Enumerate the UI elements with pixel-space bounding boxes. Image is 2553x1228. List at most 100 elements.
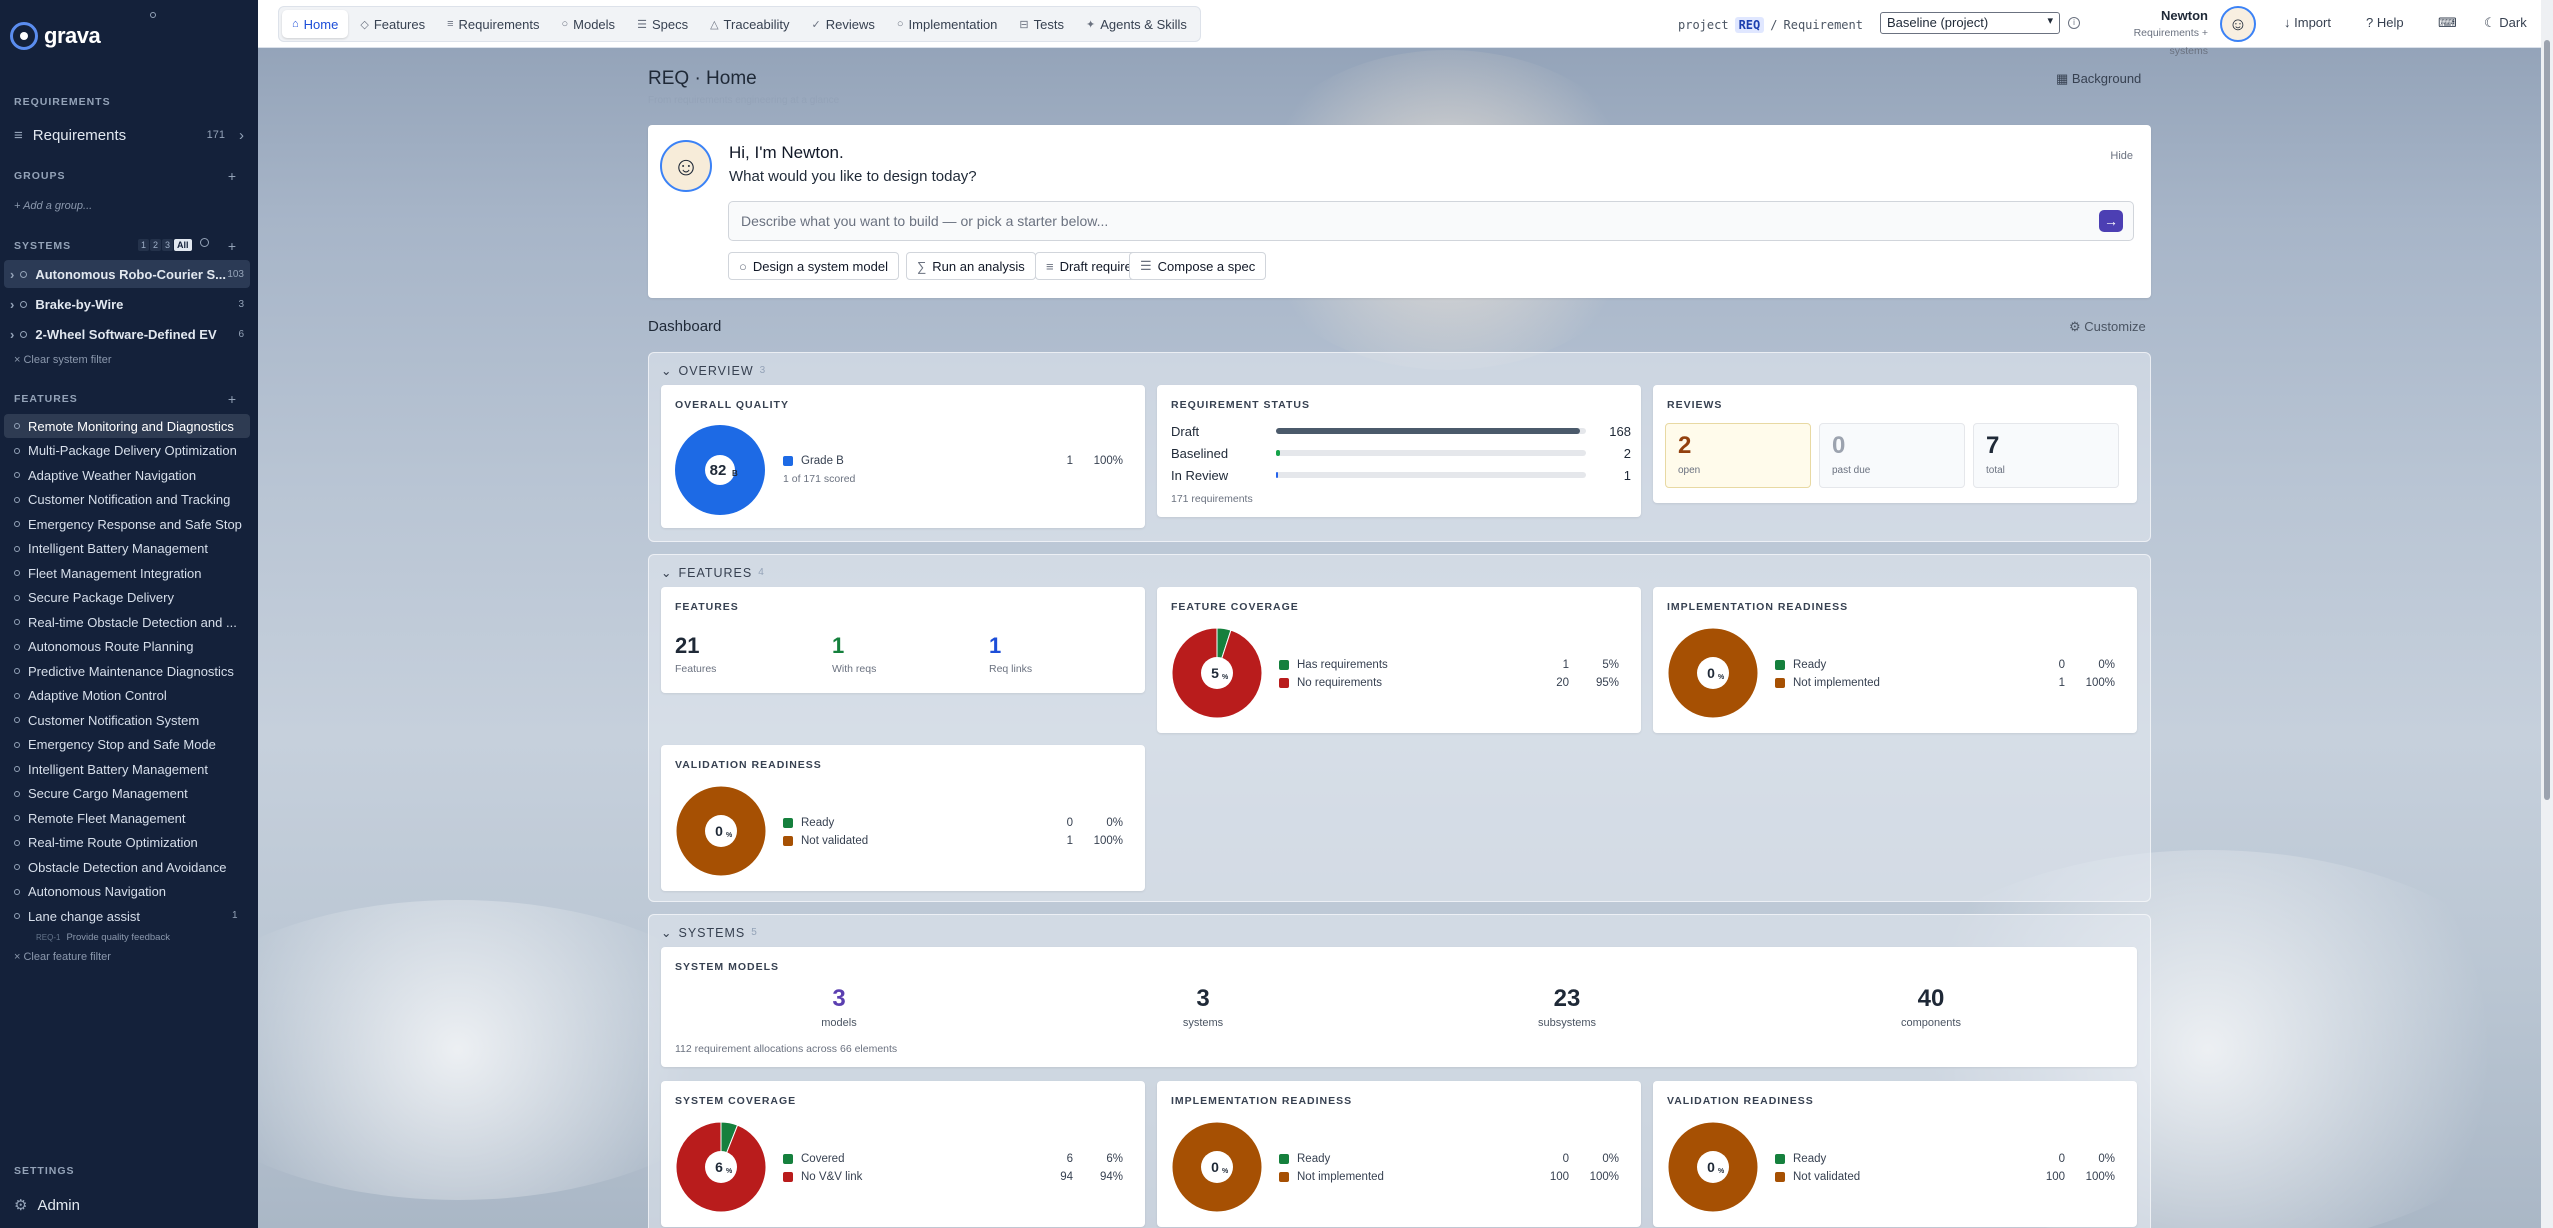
hide-button[interactable]: Hide	[2110, 150, 2133, 162]
system-filter-icon[interactable]	[200, 238, 209, 247]
feature-item[interactable]: Emergency Response and Safe Stop	[4, 512, 250, 536]
feature-item[interactable]: Emergency Stop and Safe Mode	[4, 733, 250, 757]
scrollbar[interactable]	[2541, 0, 2553, 1228]
feature-item[interactable]: Real-time Route Optimization	[4, 831, 250, 855]
starter-button[interactable]: ○ Design a system model	[728, 252, 899, 280]
legend-row[interactable]: Not implemented 1 100%	[1775, 677, 2115, 689]
feature-item[interactable]: Intelligent Battery Management	[4, 757, 250, 781]
prompt-input[interactable]: Describe what you want to build — or pic…	[728, 201, 2134, 241]
sidebar-item-requirements[interactable]: ≡ Requirements 171 ›	[0, 120, 258, 150]
starter-button[interactable]: ∑ Run an analysis	[906, 252, 1036, 280]
level-option[interactable]: 1	[138, 239, 150, 251]
add-feature-icon[interactable]: +	[228, 391, 236, 407]
legend-row[interactable]: Ready 0 0%	[1775, 1153, 2115, 1165]
legend-row[interactable]: Covered 6 6%	[783, 1153, 1123, 1165]
feature-item[interactable]: Real-time Obstacle Detection and ...	[4, 610, 250, 634]
status-row[interactable]: Baselined 2	[1171, 443, 1631, 463]
sidebar-item-admin[interactable]: ⚙ Admin	[0, 1190, 258, 1220]
feature-item[interactable]: Predictive Maintenance Diagnostics	[4, 659, 250, 683]
reviews-open[interactable]: 2 open	[1665, 423, 1811, 488]
system-item[interactable]: › Brake-by-Wire 3	[4, 290, 250, 318]
feature-item[interactable]: Lane change assist	[4, 904, 250, 928]
status-row[interactable]: Draft 168	[1171, 421, 1631, 441]
feature-item[interactable]: Remote Monitoring and Diagnostics	[4, 414, 250, 438]
add-system-icon[interactable]: +	[228, 238, 236, 254]
info-icon[interactable]: i	[2068, 17, 2080, 29]
theme-toggle[interactable]: ☾ Dark	[2484, 15, 2527, 31]
legend-row[interactable]: Ready 0 0%	[1775, 659, 2115, 671]
feature-item[interactable]: Customer Notification System	[4, 708, 250, 732]
features-header[interactable]: ⌄ FEATURES 4	[661, 565, 764, 581]
feature-item[interactable]: Customer Notification and Tracking	[4, 488, 250, 512]
status-bar-fill	[1276, 450, 1280, 456]
status-row[interactable]: In Review 1	[1171, 465, 1631, 485]
feature-item[interactable]: Multi-Package Delivery Optimization	[4, 439, 250, 463]
feature-item[interactable]: Secure Package Delivery	[4, 586, 250, 610]
feature-item[interactable]: Secure Cargo Management	[4, 782, 250, 806]
tab-specs[interactable]: ☰ Specs	[627, 10, 698, 38]
legend-row[interactable]: Not validated 1 100%	[783, 835, 1123, 847]
tab-requirements[interactable]: ≡ Requirements	[437, 10, 549, 38]
system-level-selector[interactable]: 1 2 3 All	[138, 239, 192, 251]
tab-traceability[interactable]: △ Traceability	[700, 10, 799, 38]
scrollbar-thumb[interactable]	[2544, 40, 2550, 800]
tab-agents-skills[interactable]: ✦ Agents & Skills	[1076, 10, 1197, 38]
feature-item[interactable]: Obstacle Detection and Avoidance	[4, 855, 250, 879]
user-info[interactable]: Newton Requirements + systems	[2098, 8, 2208, 59]
stat-features[interactable]: 21 Features	[675, 633, 716, 677]
tab-tests[interactable]: ⊟ Tests	[1009, 10, 1074, 38]
feature-item[interactable]: Adaptive Weather Navigation	[4, 463, 250, 487]
tab-reviews[interactable]: ✓ Reviews	[802, 10, 885, 38]
legend-row[interactable]: Ready 0 0%	[783, 817, 1123, 829]
send-arrow-icon[interactable]: →	[2099, 210, 2123, 232]
baseline-select[interactable]: Baseline (project) ▾	[1880, 12, 2060, 34]
tab-home[interactable]: ⌂ Home	[282, 10, 349, 38]
legend-row[interactable]: No requirements 20 95%	[1279, 677, 1619, 689]
feature-item[interactable]: Adaptive Motion Control	[4, 684, 250, 708]
background-button[interactable]: ▦ Background	[2056, 71, 2141, 87]
keyboard-icon[interactable]: ⌨	[2438, 15, 2457, 31]
systems-header[interactable]: ⌄ SYSTEMS 5	[661, 925, 757, 941]
system-item[interactable]: › 2-Wheel Software-Defined EV 6	[4, 320, 250, 348]
legend-row[interactable]: Has requirements 1 5%	[1279, 659, 1619, 671]
clear-system-filter[interactable]: × Clear system filter	[14, 354, 112, 366]
help-button[interactable]: ? Help	[2366, 15, 2404, 30]
reviews-total[interactable]: 7 total	[1973, 423, 2119, 488]
add-group-icon[interactable]: +	[228, 168, 236, 184]
legend-row[interactable]: Ready 0 0%	[1279, 1153, 1619, 1165]
feature-item[interactable]: Fleet Management Integration	[4, 561, 250, 585]
avatar[interactable]: ☺	[2220, 6, 2256, 42]
stat-req-links[interactable]: 1 Req links	[989, 633, 1032, 677]
feature-item[interactable]: Autonomous Navigation	[4, 880, 250, 904]
tab-features[interactable]: ◇ Features	[350, 10, 435, 38]
stat-subsystems[interactable]: 23 subsystems	[1467, 985, 1667, 1031]
stat-models[interactable]: 3 models	[739, 985, 939, 1031]
feature-item[interactable]: Autonomous Route Planning	[4, 635, 250, 659]
level-option[interactable]: 3	[162, 239, 174, 251]
crumb-project[interactable]: project	[1678, 18, 1729, 32]
customize-button[interactable]: ⚙ Customize	[2069, 319, 2146, 335]
crumb-req[interactable]: REQ	[1734, 17, 1765, 33]
feature-requirement[interactable]: REQ-1 Provide quality feedback	[36, 932, 170, 943]
tab-implementation[interactable]: ○ Implementation	[887, 10, 1008, 38]
level-option[interactable]: All	[174, 239, 192, 251]
feature-item[interactable]: Remote Fleet Management	[4, 806, 250, 830]
clear-feature-filter[interactable]: × Clear feature filter	[14, 951, 111, 963]
legend-row[interactable]: No V&V link 94 94%	[783, 1171, 1123, 1183]
stat-with-reqs[interactable]: 1 With reqs	[832, 633, 876, 677]
level-option[interactable]: 2	[150, 239, 162, 251]
legend-row[interactable]: Not validated 100 100%	[1775, 1171, 2115, 1183]
system-item[interactable]: › Autonomous Robo-Courier S... 103	[4, 260, 250, 288]
stat-systems[interactable]: 3 systems	[1103, 985, 1303, 1031]
starter-button[interactable]: ☰ Compose a spec	[1129, 252, 1267, 280]
stat-components[interactable]: 40 components	[1831, 985, 2031, 1031]
tab-models[interactable]: ○ Models	[551, 10, 625, 38]
feature-item[interactable]: Intelligent Battery Management	[4, 537, 250, 561]
import-button[interactable]: ↓ Import	[2284, 15, 2331, 30]
legend-row[interactable]: Not implemented 100 100%	[1279, 1171, 1619, 1183]
crumb-type[interactable]: Requirement	[1784, 18, 1863, 32]
add-group-input[interactable]: + Add a group...	[14, 200, 92, 212]
reviews-past-due[interactable]: 0 past due	[1819, 423, 1965, 488]
overview-header[interactable]: ⌄ OVERVIEW 3	[661, 363, 765, 379]
app-logo[interactable]: grava	[10, 22, 101, 50]
